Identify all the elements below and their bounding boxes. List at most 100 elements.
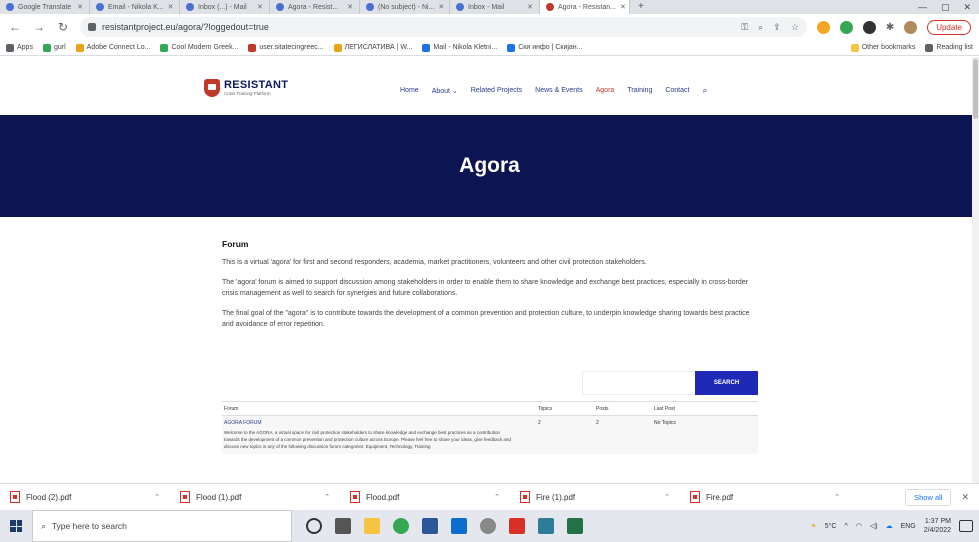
clock[interactable]: 1:37 PM 2/4/2022 bbox=[924, 517, 951, 535]
browser-tab[interactable]: (No subject) - Ni... ✕ bbox=[360, 0, 450, 14]
bookmark-favicon-icon bbox=[75, 43, 84, 52]
tab-close-icon[interactable]: ✕ bbox=[168, 3, 174, 11]
forward-icon[interactable]: → bbox=[32, 20, 46, 34]
bookmark-item[interactable]: gurl bbox=[42, 43, 66, 52]
acrobat-icon[interactable] bbox=[509, 518, 525, 534]
taskbar-search[interactable]: ⌕ Type here to search bbox=[32, 510, 292, 542]
reload-icon[interactable]: ↻ bbox=[56, 20, 70, 34]
intro-paragraph: The 'agora' forum is aimed to support di… bbox=[222, 279, 749, 297]
forum-link[interactable]: AGORA FORUM bbox=[224, 420, 538, 426]
notification-icon[interactable] bbox=[959, 520, 973, 532]
chevron-up-icon[interactable]: ⌃ bbox=[834, 493, 840, 501]
outlook-icon[interactable] bbox=[451, 518, 467, 534]
chrome-icon[interactable] bbox=[393, 518, 409, 534]
camera-extension-icon[interactable] bbox=[862, 20, 876, 34]
nav-news-events[interactable]: News & Events bbox=[535, 87, 582, 96]
bookmark-item[interactable]: Apps bbox=[6, 43, 33, 52]
search-icon[interactable]: ⌕ bbox=[702, 85, 707, 96]
nav-home[interactable]: Home bbox=[400, 87, 419, 96]
close-icon[interactable]: ✕ bbox=[961, 492, 969, 503]
excel-icon[interactable] bbox=[567, 518, 583, 534]
word-icon[interactable] bbox=[422, 518, 438, 534]
close-window-icon[interactable]: ✕ bbox=[963, 0, 971, 14]
chevron-up-icon[interactable]: ^ bbox=[844, 523, 847, 530]
table-row: AGORA FORUM Welcome to the AGORA, a virt… bbox=[222, 416, 758, 454]
bookmark-favicon-icon bbox=[422, 43, 431, 52]
browser-tab[interactable]: Inbox (...) - Mail ✕ bbox=[180, 0, 270, 14]
settings-icon[interactable] bbox=[480, 518, 496, 534]
app-icon[interactable] bbox=[538, 518, 554, 534]
tab-close-icon[interactable]: ✕ bbox=[77, 3, 83, 11]
extension-icon[interactable] bbox=[816, 20, 830, 34]
key-icon[interactable]: ⚿ bbox=[741, 22, 748, 33]
browser-tab[interactable]: Email - Nikola K... ✕ bbox=[90, 0, 180, 14]
share-icon[interactable]: ⇪ bbox=[773, 22, 781, 33]
tab-close-icon[interactable]: ✕ bbox=[527, 3, 533, 11]
volume-icon[interactable]: ◁) bbox=[870, 522, 878, 530]
page-scrollbar[interactable] bbox=[972, 57, 979, 483]
download-item[interactable]: Flood (2).pdf ⌃ bbox=[10, 491, 180, 503]
chevron-up-icon[interactable]: ⌃ bbox=[324, 493, 330, 501]
cortana-icon[interactable] bbox=[306, 518, 322, 534]
maximize-icon[interactable]: ▢ bbox=[941, 0, 950, 14]
start-button[interactable] bbox=[0, 510, 32, 542]
nav-agora[interactable]: Agora bbox=[596, 87, 615, 96]
download-item[interactable]: Fire.pdf ⌃ bbox=[690, 491, 860, 503]
bookmark-item[interactable]: Ски инфо | Скијан... bbox=[507, 43, 583, 52]
language-indicator[interactable]: ENG bbox=[901, 523, 916, 530]
browser-tab-active[interactable]: Agora - Resistan... ✕ bbox=[540, 0, 630, 14]
nav-about[interactable]: About ⌄ bbox=[432, 87, 458, 96]
chevron-up-icon[interactable]: ⌃ bbox=[154, 493, 160, 501]
update-button[interactable]: Update bbox=[927, 19, 971, 35]
nav-contact[interactable]: Contact bbox=[665, 87, 689, 96]
task-view-icon[interactable] bbox=[335, 518, 351, 534]
cloud-icon[interactable]: ☁ bbox=[886, 522, 893, 530]
weather-icon[interactable]: ☀ bbox=[810, 522, 816, 530]
browser-tab[interactable]: Inbox - Mail ✕ bbox=[450, 0, 540, 14]
extension-icon[interactable] bbox=[839, 20, 853, 34]
back-icon[interactable]: ← bbox=[8, 20, 22, 34]
browser-tab[interactable]: Google Translate ✕ bbox=[0, 0, 90, 14]
new-tab-icon[interactable]: + bbox=[630, 0, 652, 14]
column-header: Topics bbox=[538, 405, 553, 412]
tab-close-icon[interactable]: ✕ bbox=[257, 3, 263, 11]
address-bar[interactable]: resistantproject.eu/agora/?loggedout=tru… bbox=[80, 17, 807, 37]
tab-close-icon[interactable]: ✕ bbox=[347, 3, 353, 11]
nav-training[interactable]: Training bbox=[627, 87, 652, 96]
download-item[interactable]: Flood.pdf ⌃ bbox=[350, 491, 520, 503]
bookmark-item[interactable]: Cool Modern Greek... bbox=[160, 43, 238, 52]
bookmark-item[interactable]: ЛЕГИСЛАТИВА | W... bbox=[333, 43, 412, 52]
minimize-icon[interactable]: — bbox=[918, 0, 927, 14]
bookmark-item[interactable]: Mail - Nikola Kletni... bbox=[422, 43, 497, 52]
column-header: Forum bbox=[224, 405, 239, 412]
chevron-up-icon[interactable]: ⌃ bbox=[494, 493, 500, 501]
profile-avatar[interactable] bbox=[904, 20, 918, 34]
forum-search-input[interactable] bbox=[582, 371, 695, 395]
other-bookmarks[interactable]: Other bookmarks bbox=[850, 43, 915, 52]
zoom-icon[interactable]: ⌕ bbox=[758, 22, 763, 33]
star-icon[interactable]: ☆ bbox=[791, 22, 799, 33]
tab-close-icon[interactable]: ✕ bbox=[620, 3, 626, 11]
site-logo[interactable]: RESISTANT Crisis Training Platform bbox=[204, 79, 288, 97]
chevron-up-icon[interactable]: ⌃ bbox=[664, 493, 670, 501]
tab-close-icon[interactable]: ✕ bbox=[438, 3, 444, 11]
weather-temp[interactable]: 5°C bbox=[825, 523, 837, 530]
bookmark-item[interactable]: user.sitatecingreec... bbox=[248, 43, 324, 52]
puzzle-icon[interactable]: ✱ bbox=[886, 22, 894, 33]
scrollbar-thumb[interactable] bbox=[973, 59, 978, 119]
apps-icon bbox=[6, 43, 14, 52]
reading-list[interactable]: Reading list bbox=[925, 43, 973, 52]
search-button[interactable]: SEARCH bbox=[695, 371, 758, 395]
download-item[interactable]: Flood (1).pdf ⌃ bbox=[180, 491, 350, 503]
bookmark-item[interactable]: Adobe Connect Lo... bbox=[75, 43, 150, 52]
network-icon[interactable]: ◠ bbox=[856, 522, 862, 530]
forum-heading: Forum bbox=[222, 239, 249, 249]
site-header: RESISTANT Crisis Training Platform Home … bbox=[0, 57, 979, 115]
download-item[interactable]: Fire (1).pdf ⌃ bbox=[520, 491, 690, 503]
tab-favicon-icon bbox=[456, 3, 464, 11]
nav-related-projects[interactable]: Related Projects bbox=[471, 87, 522, 96]
show-all-button[interactable]: Show all bbox=[905, 488, 952, 506]
browser-tab[interactable]: Agora - Resist... ✕ bbox=[270, 0, 360, 14]
file-explorer-icon[interactable] bbox=[364, 518, 380, 534]
column-header: Posts bbox=[596, 405, 609, 412]
